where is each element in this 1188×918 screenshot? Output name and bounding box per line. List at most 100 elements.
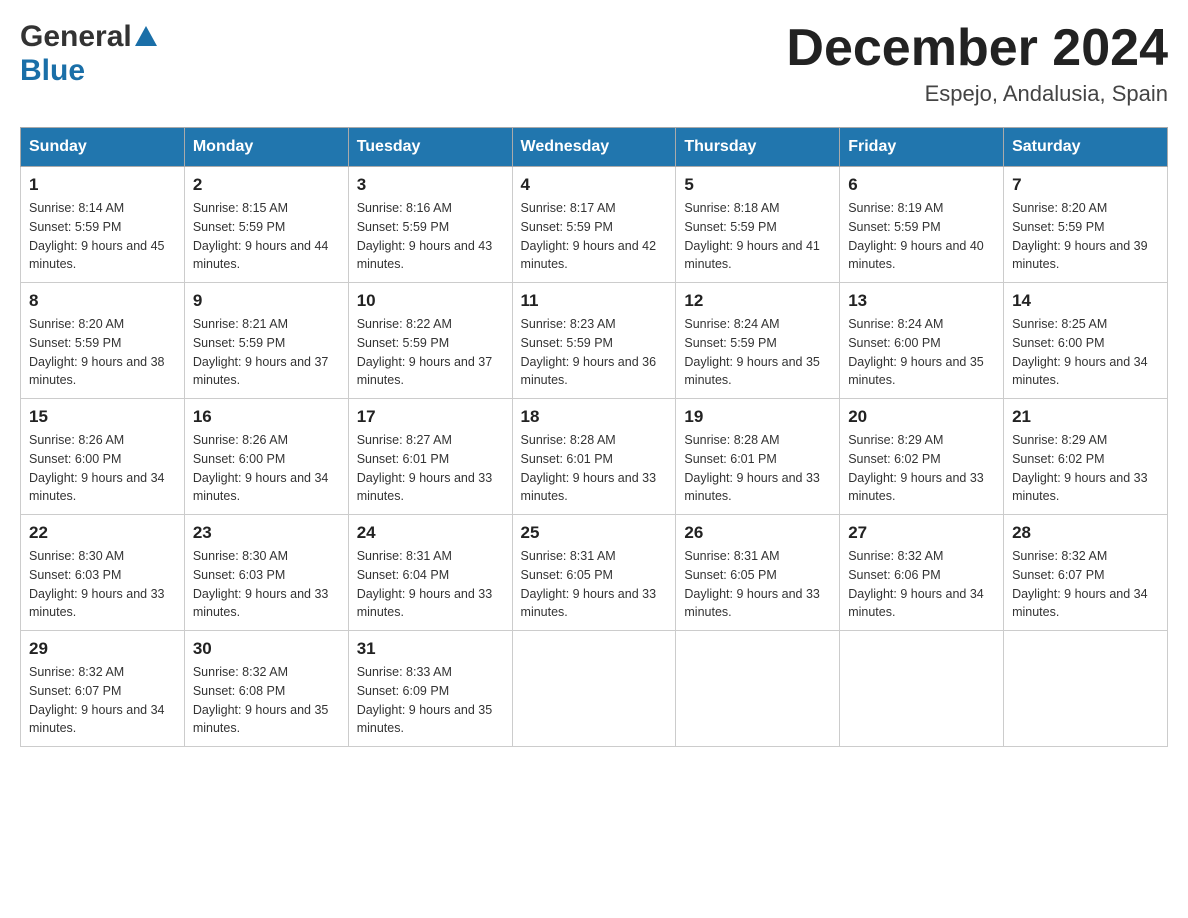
day-info: Sunrise: 8:32 AMSunset: 6:07 PMDaylight:… [1012,549,1148,619]
day-info: Sunrise: 8:14 AMSunset: 5:59 PMDaylight:… [29,201,165,271]
calendar-cell: 17 Sunrise: 8:27 AMSunset: 6:01 PMDaylig… [348,399,512,515]
day-info: Sunrise: 8:23 AMSunset: 5:59 PMDaylight:… [521,317,657,387]
title-block: December 2024 Espejo, Andalusia, Spain [786,20,1168,107]
day-info: Sunrise: 8:31 AMSunset: 6:05 PMDaylight:… [684,549,820,619]
day-number: 15 [29,407,176,427]
day-info: Sunrise: 8:20 AMSunset: 5:59 PMDaylight:… [29,317,165,387]
day-info: Sunrise: 8:32 AMSunset: 6:08 PMDaylight:… [193,665,329,735]
calendar-cell: 21 Sunrise: 8:29 AMSunset: 6:02 PMDaylig… [1004,399,1168,515]
day-number: 27 [848,523,995,543]
calendar-cell [512,631,676,747]
day-info: Sunrise: 8:33 AMSunset: 6:09 PMDaylight:… [357,665,493,735]
calendar-cell: 29 Sunrise: 8:32 AMSunset: 6:07 PMDaylig… [21,631,185,747]
calendar-cell: 1 Sunrise: 8:14 AMSunset: 5:59 PMDayligh… [21,167,185,283]
day-info: Sunrise: 8:29 AMSunset: 6:02 PMDaylight:… [848,433,984,503]
day-info: Sunrise: 8:16 AMSunset: 5:59 PMDaylight:… [357,201,493,271]
day-info: Sunrise: 8:15 AMSunset: 5:59 PMDaylight:… [193,201,329,271]
calendar-cell: 20 Sunrise: 8:29 AMSunset: 6:02 PMDaylig… [840,399,1004,515]
calendar-cell: 5 Sunrise: 8:18 AMSunset: 5:59 PMDayligh… [676,167,840,283]
day-info: Sunrise: 8:28 AMSunset: 6:01 PMDaylight:… [521,433,657,503]
day-info: Sunrise: 8:18 AMSunset: 5:59 PMDaylight:… [684,201,820,271]
day-info: Sunrise: 8:19 AMSunset: 5:59 PMDaylight:… [848,201,984,271]
calendar-title: December 2024 [786,20,1168,77]
calendar-cell: 10 Sunrise: 8:22 AMSunset: 5:59 PMDaylig… [348,283,512,399]
day-number: 29 [29,639,176,659]
calendar-cell: 9 Sunrise: 8:21 AMSunset: 5:59 PMDayligh… [184,283,348,399]
calendar-week-row: 29 Sunrise: 8:32 AMSunset: 6:07 PMDaylig… [21,631,1168,747]
calendar-cell: 28 Sunrise: 8:32 AMSunset: 6:07 PMDaylig… [1004,515,1168,631]
calendar-cell: 27 Sunrise: 8:32 AMSunset: 6:06 PMDaylig… [840,515,1004,631]
day-number: 5 [684,175,831,195]
calendar-cell: 16 Sunrise: 8:26 AMSunset: 6:00 PMDaylig… [184,399,348,515]
header-row: SundayMondayTuesdayWednesdayThursdayFrid… [21,128,1168,167]
calendar-cell: 12 Sunrise: 8:24 AMSunset: 5:59 PMDaylig… [676,283,840,399]
logo-general-text: General [20,20,132,54]
calendar-header-sunday: Sunday [21,128,185,167]
day-number: 11 [521,291,668,311]
calendar-cell: 23 Sunrise: 8:30 AMSunset: 6:03 PMDaylig… [184,515,348,631]
calendar-header-monday: Monday [184,128,348,167]
calendar-subtitle: Espejo, Andalusia, Spain [786,81,1168,107]
logo: General Blue [20,20,157,88]
calendar-table: SundayMondayTuesdayWednesdayThursdayFrid… [20,127,1168,747]
day-number: 6 [848,175,995,195]
day-info: Sunrise: 8:31 AMSunset: 6:05 PMDaylight:… [521,549,657,619]
calendar-cell: 4 Sunrise: 8:17 AMSunset: 5:59 PMDayligh… [512,167,676,283]
day-number: 4 [521,175,668,195]
calendar-cell [676,631,840,747]
day-info: Sunrise: 8:20 AMSunset: 5:59 PMDaylight:… [1012,201,1148,271]
day-number: 7 [1012,175,1159,195]
day-info: Sunrise: 8:27 AMSunset: 6:01 PMDaylight:… [357,433,493,503]
day-number: 31 [357,639,504,659]
calendar-header-tuesday: Tuesday [348,128,512,167]
calendar-cell: 8 Sunrise: 8:20 AMSunset: 5:59 PMDayligh… [21,283,185,399]
logo-triangle-icon [135,26,157,51]
day-info: Sunrise: 8:30 AMSunset: 6:03 PMDaylight:… [193,549,329,619]
day-info: Sunrise: 8:21 AMSunset: 5:59 PMDaylight:… [193,317,329,387]
day-number: 10 [357,291,504,311]
calendar-cell [840,631,1004,747]
day-number: 9 [193,291,340,311]
day-number: 25 [521,523,668,543]
day-number: 8 [29,291,176,311]
calendar-cell: 14 Sunrise: 8:25 AMSunset: 6:00 PMDaylig… [1004,283,1168,399]
calendar-cell: 15 Sunrise: 8:26 AMSunset: 6:00 PMDaylig… [21,399,185,515]
day-number: 2 [193,175,340,195]
calendar-body: 1 Sunrise: 8:14 AMSunset: 5:59 PMDayligh… [21,167,1168,747]
calendar-cell: 3 Sunrise: 8:16 AMSunset: 5:59 PMDayligh… [348,167,512,283]
day-info: Sunrise: 8:30 AMSunset: 6:03 PMDaylight:… [29,549,165,619]
day-number: 21 [1012,407,1159,427]
calendar-week-row: 22 Sunrise: 8:30 AMSunset: 6:03 PMDaylig… [21,515,1168,631]
day-number: 28 [1012,523,1159,543]
calendar-cell: 19 Sunrise: 8:28 AMSunset: 6:01 PMDaylig… [676,399,840,515]
calendar-header-saturday: Saturday [1004,128,1168,167]
page-header: General Blue December 2024 Espejo, Andal… [20,20,1168,107]
day-number: 14 [1012,291,1159,311]
day-info: Sunrise: 8:29 AMSunset: 6:02 PMDaylight:… [1012,433,1148,503]
calendar-header-thursday: Thursday [676,128,840,167]
day-info: Sunrise: 8:32 AMSunset: 6:06 PMDaylight:… [848,549,984,619]
day-number: 1 [29,175,176,195]
day-info: Sunrise: 8:24 AMSunset: 5:59 PMDaylight:… [684,317,820,387]
day-number: 18 [521,407,668,427]
day-number: 19 [684,407,831,427]
calendar-week-row: 1 Sunrise: 8:14 AMSunset: 5:59 PMDayligh… [21,167,1168,283]
calendar-cell: 22 Sunrise: 8:30 AMSunset: 6:03 PMDaylig… [21,515,185,631]
calendar-cell: 24 Sunrise: 8:31 AMSunset: 6:04 PMDaylig… [348,515,512,631]
calendar-cell: 2 Sunrise: 8:15 AMSunset: 5:59 PMDayligh… [184,167,348,283]
calendar-cell: 30 Sunrise: 8:32 AMSunset: 6:08 PMDaylig… [184,631,348,747]
day-info: Sunrise: 8:31 AMSunset: 6:04 PMDaylight:… [357,549,493,619]
calendar-header-friday: Friday [840,128,1004,167]
day-number: 20 [848,407,995,427]
day-info: Sunrise: 8:26 AMSunset: 6:00 PMDaylight:… [193,433,329,503]
calendar-cell: 13 Sunrise: 8:24 AMSunset: 6:00 PMDaylig… [840,283,1004,399]
day-info: Sunrise: 8:26 AMSunset: 6:00 PMDaylight:… [29,433,165,503]
calendar-cell: 11 Sunrise: 8:23 AMSunset: 5:59 PMDaylig… [512,283,676,399]
calendar-week-row: 15 Sunrise: 8:26 AMSunset: 6:00 PMDaylig… [21,399,1168,515]
calendar-week-row: 8 Sunrise: 8:20 AMSunset: 5:59 PMDayligh… [21,283,1168,399]
calendar-cell: 26 Sunrise: 8:31 AMSunset: 6:05 PMDaylig… [676,515,840,631]
day-number: 3 [357,175,504,195]
calendar-cell: 25 Sunrise: 8:31 AMSunset: 6:05 PMDaylig… [512,515,676,631]
day-info: Sunrise: 8:24 AMSunset: 6:00 PMDaylight:… [848,317,984,387]
day-info: Sunrise: 8:32 AMSunset: 6:07 PMDaylight:… [29,665,165,735]
